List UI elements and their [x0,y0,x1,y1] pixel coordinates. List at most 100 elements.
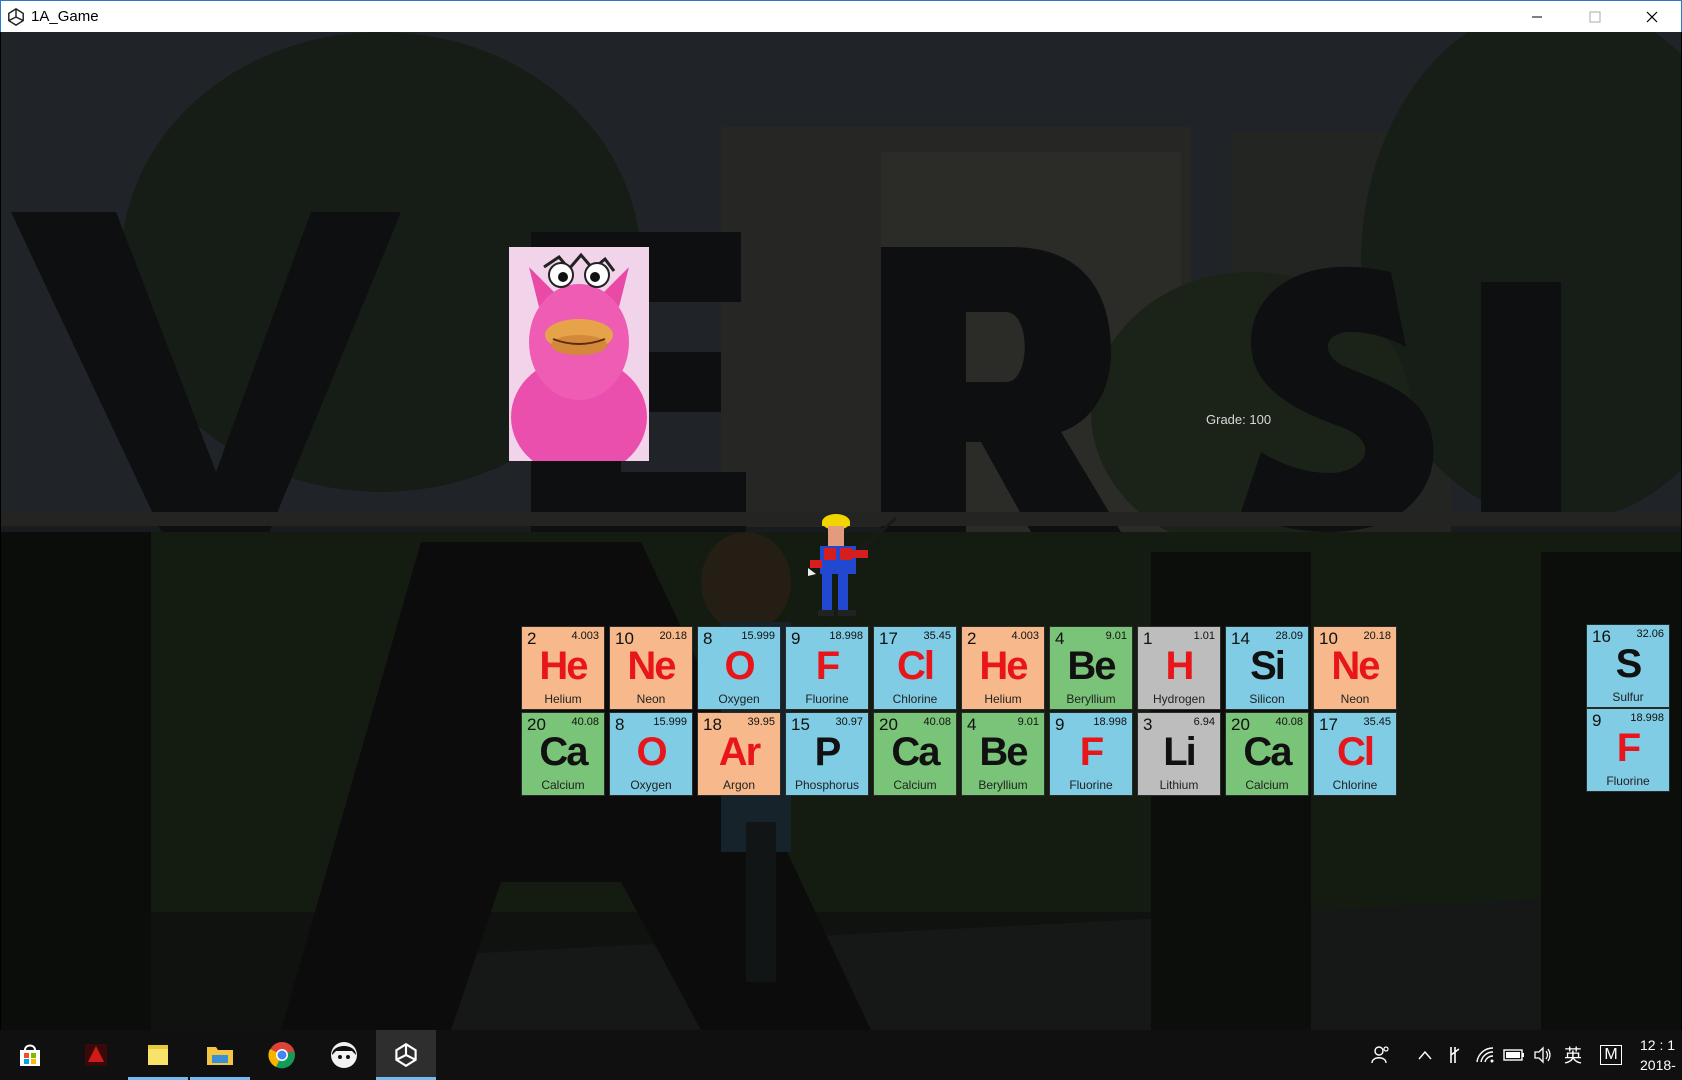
element-symbol: Ca [891,730,940,774]
element-tile-chlorine: 17 35.45 Cl Chlorine [1313,712,1397,796]
volume-button[interactable] [1530,1030,1556,1080]
close-button[interactable] [1623,1,1680,32]
volume-icon [1534,1046,1551,1064]
window-title: 1A_Game [31,8,99,25]
atomic-mass: 4.003 [1011,630,1039,642]
pen-icon [1450,1047,1460,1063]
atomic-mass: 1.01 [1193,630,1215,642]
atomic-mass: 32.06 [1636,628,1664,640]
unity-icon [395,1043,417,1067]
pink-muppet-icon [509,247,649,461]
sticky-notes-button[interactable] [128,1030,188,1080]
element-tile-beryllium: 4 9.01 Be Beryllium [1049,626,1133,710]
element-name: Hydrogen [1152,692,1206,706]
element-name: Sulfur [1612,690,1644,704]
element-tile-sulfur: 16 32.06 S Sulfur [1586,624,1670,708]
element-name: Calcium [893,778,937,792]
element-tile-calcium: 20 40.08 Ca Calcium [873,712,957,796]
element-tile-argon: 18 39.95 Ar Argon [697,712,781,796]
maximize-button[interactable] [1566,1,1623,32]
game-viewport[interactable]: Grade: 100 2 4.003 He Helium 10 20.18 Ne Neon 8 1… [1,32,1681,1030]
atomic-mass: 40.08 [571,716,599,728]
element-tile-helium: 2 4.003 He Helium [961,626,1045,710]
file-explorer-icon [207,1047,233,1065]
element-name: Fluorine [1069,778,1113,792]
element-tile-chlorine: 17 35.45 Cl Chlorine [873,626,957,710]
element-name: Argon [722,778,756,792]
element-name: Calcium [541,778,585,792]
atomic-mass: 18.998 [829,630,863,642]
element-tile-fluorine: 9 18.998 F Fluorine [1586,708,1670,792]
element-tile-neon: 10 20.18 Ne Neon [609,626,693,710]
store-icon [20,1044,40,1066]
element-name: Helium [544,692,582,706]
atomic-mass: 35.45 [923,630,951,642]
element-symbol: F [815,644,840,688]
element-name: Oxygen [630,778,672,792]
element-symbol: Li [1163,730,1197,774]
element-tile-oxygen: 8 15.999 O Oxygen [697,626,781,710]
element-name: Beryllium [1066,692,1116,706]
battery-icon [1503,1049,1524,1061]
element-name: Silicon [1249,692,1285,706]
element-symbol: He [539,644,588,688]
pink-muppet-enemy [509,247,649,461]
element-tile-helium: 2 4.003 He Helium [521,626,605,710]
element-name: Chlorine [892,692,938,706]
atomic-mass: 18.998 [1093,716,1127,728]
clock-time: 12 : 1 [1640,1037,1676,1053]
element-symbol: O [636,730,667,774]
wifi-button[interactable] [1472,1030,1498,1080]
atomic-mass: 20.18 [659,630,687,642]
show-hidden-icons-button[interactable] [1412,1030,1438,1080]
element-symbol: F [1616,726,1641,770]
element-symbol: Be [1067,644,1116,688]
element-symbol: Ca [1243,730,1292,774]
element-name: Phosphorus [794,778,860,792]
element-symbol: Cl [897,644,935,688]
element-symbol: Ne [1331,644,1380,688]
maximize-icon [1589,11,1600,22]
people-button[interactable] [1366,1030,1396,1080]
atomic-mass: 6.94 [1193,716,1215,728]
input-language-button[interactable]: 英 [1560,1030,1586,1080]
store-button[interactable] [0,1030,60,1080]
atomic-mass: 40.08 [1275,716,1303,728]
avatar-app-icon [331,1042,357,1068]
element-name: Chlorine [1332,778,1378,792]
clock-date: 2018- [1640,1057,1676,1073]
element-name: Helium [984,692,1022,706]
element-tile-silicon: 14 28.09 Si Silicon [1225,626,1309,710]
element-name: Lithium [1159,778,1199,792]
chrome-icon [268,1042,295,1069]
minimize-button[interactable] [1508,1,1565,32]
battery-button[interactable] [1500,1030,1528,1080]
chevron-up-icon [1418,1050,1432,1060]
unity-button[interactable] [376,1030,436,1080]
system-clock[interactable]: 12 : 1 2018- [1640,1035,1676,1075]
atomic-mass: 15.999 [741,630,775,642]
avatar-app-button[interactable] [314,1030,374,1080]
ime-mode-label: M [1600,1045,1622,1065]
element-symbol: P [814,730,842,774]
element-tile-oxygen: 8 15.999 O Oxygen [609,712,693,796]
element-name: Neon [636,692,666,706]
ime-mode-button[interactable]: M [1596,1030,1626,1080]
grade-display: Grade: 100 [1206,412,1272,427]
atomic-mass: 30.97 [835,716,863,728]
pen-workspace-button[interactable] [1442,1030,1468,1080]
atomic-mass: 28.09 [1275,630,1303,642]
element-symbol: H [1165,644,1195,688]
file-explorer-button[interactable] [190,1030,250,1080]
atomic-mass: 18.998 [1630,712,1664,724]
element-tile-neon: 10 20.18 Ne Neon [1313,626,1397,710]
element-symbol: S [1615,642,1643,686]
element-name: Fluorine [1606,774,1650,788]
element-name: Fluorine [805,692,849,706]
element-name: Neon [1340,692,1370,706]
element-symbol: Cl [1337,730,1375,774]
atomic-mass: 39.95 [747,716,775,728]
chrome-button[interactable] [252,1030,312,1080]
element-tile-phosphorus: 15 30.97 P Phosphorus [785,712,869,796]
red-app-button[interactable] [66,1030,126,1080]
